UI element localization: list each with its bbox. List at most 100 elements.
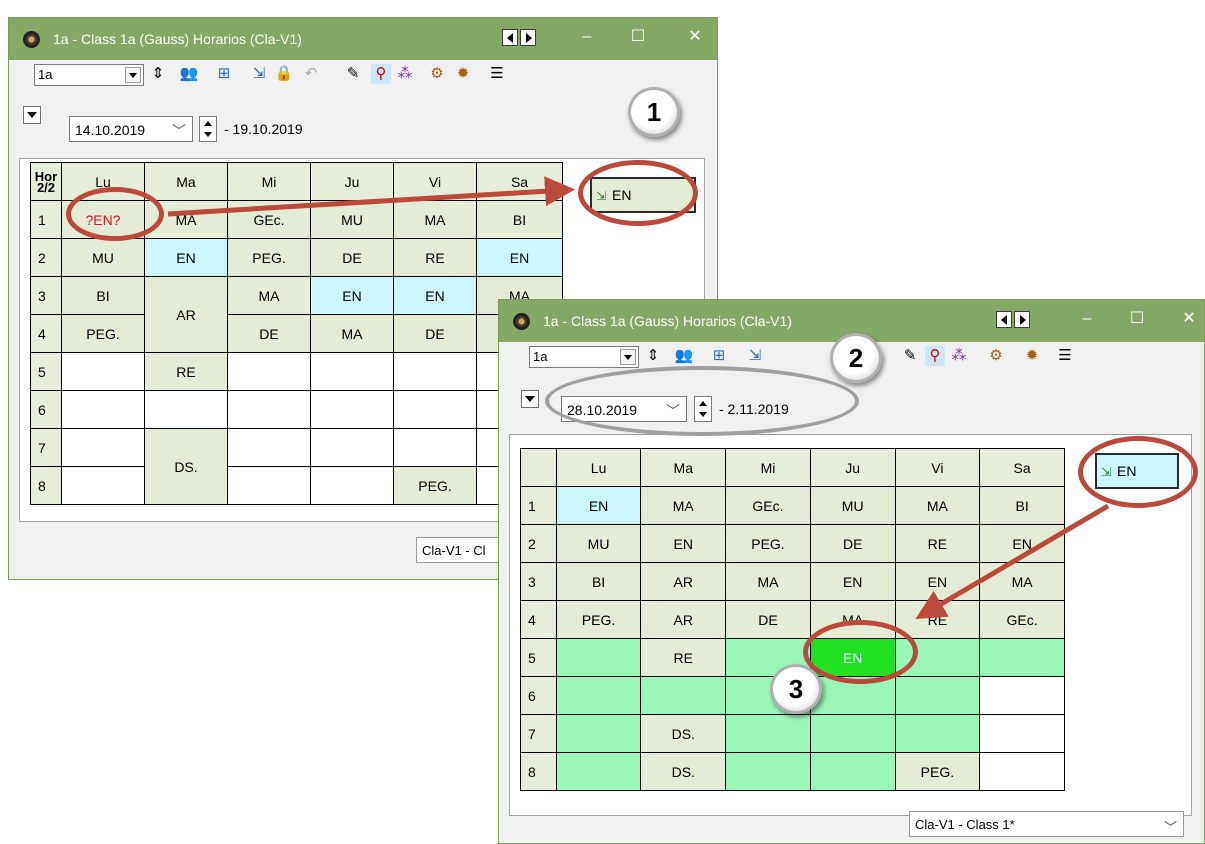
lesson-cell[interactable] — [227, 428, 311, 467]
palette-icon[interactable]: ✎ — [343, 64, 363, 84]
search-icon[interactable]: ⚲ — [925, 346, 945, 366]
lesson-cell[interactable]: DS. — [144, 428, 228, 505]
undo-icon[interactable]: ↶ — [301, 64, 321, 84]
close-icon[interactable]: ✕ — [685, 27, 705, 47]
lesson-cell[interactable]: GEc. — [725, 486, 811, 525]
lesson-cell[interactable]: EN — [979, 524, 1065, 563]
lesson-cell[interactable] — [894, 714, 981, 753]
list-icon[interactable]: ☰ — [1055, 346, 1075, 366]
lesson-cell[interactable] — [393, 390, 477, 429]
lesson-cell[interactable]: MU — [310, 200, 394, 239]
palette-icon[interactable]: ✎ — [900, 346, 920, 366]
lesson-cell[interactable] — [555, 752, 642, 791]
lesson-cell[interactable] — [979, 676, 1065, 715]
lesson-cell[interactable] — [979, 638, 1065, 677]
lesson-cell[interactable]: DS. — [640, 714, 727, 753]
lesson-cell[interactable] — [144, 390, 228, 429]
date-spinner[interactable] — [199, 116, 217, 142]
lesson-cell[interactable] — [640, 676, 727, 715]
lesson-cell[interactable]: MU — [61, 238, 145, 277]
lesson-cell[interactable]: DE — [725, 600, 811, 639]
chevron-down-icon[interactable]: ﹀ — [1164, 817, 1177, 836]
lesson-cell[interactable]: DE — [393, 314, 477, 353]
lesson-cell[interactable]: PEG. — [393, 466, 477, 505]
lesson-cell[interactable] — [809, 714, 896, 753]
prev-arrow-icon[interactable] — [502, 29, 518, 46]
lesson-cell[interactable]: EN — [393, 276, 477, 315]
lesson-cell[interactable]: GEc. — [227, 200, 311, 239]
view-select[interactable]: Cla-V1 - Class 1* ﹀ — [909, 811, 1184, 837]
lesson-cell[interactable]: PEG. — [61, 314, 145, 353]
lesson-cell[interactable]: MU — [809, 486, 896, 525]
lesson-cell[interactable] — [227, 466, 311, 505]
lesson-cell[interactable] — [61, 352, 145, 391]
class-select[interactable]: 1a — [34, 64, 144, 86]
lesson-cell[interactable]: EN — [640, 524, 727, 563]
lesson-cell[interactable] — [393, 428, 477, 467]
molecule-icon[interactable]: ⁂ — [395, 64, 415, 84]
lesson-cell[interactable] — [809, 752, 896, 791]
lesson-cell[interactable]: PEG. — [894, 752, 981, 791]
lesson-cell[interactable]: RE — [144, 352, 228, 391]
lesson-cell[interactable]: BI — [555, 562, 642, 601]
lesson-cell[interactable] — [555, 638, 642, 677]
lesson-cell[interactable]: PEG. — [227, 238, 311, 277]
chevron-down-icon[interactable] — [620, 349, 636, 365]
lesson-cell[interactable] — [310, 428, 394, 467]
settings-icon[interactable]: ⚙ — [986, 346, 1006, 366]
molecule-icon[interactable]: ⁂ — [949, 346, 969, 366]
gear-icon[interactable]: ✹ — [453, 64, 473, 84]
lock-icon[interactable]: 🔒 — [274, 64, 294, 84]
lesson-cell[interactable]: BI — [61, 276, 145, 315]
lesson-cell[interactable] — [979, 752, 1065, 791]
lesson-cell[interactable] — [894, 676, 981, 715]
lesson-cell[interactable]: EN — [555, 486, 642, 525]
lesson-cell[interactable]: MU — [555, 524, 642, 563]
lesson-cell[interactable] — [61, 466, 145, 505]
maximize-icon[interactable]: ☐ — [628, 27, 648, 47]
lesson-cell[interactable]: AR — [144, 276, 228, 353]
date-picker[interactable]: 14.10.2019 ﹀ — [69, 116, 193, 142]
lesson-cell[interactable]: EN — [310, 276, 394, 315]
lesson-cell[interactable]: BI — [979, 486, 1065, 525]
lesson-cell[interactable] — [393, 352, 477, 391]
lesson-cell[interactable] — [979, 714, 1065, 753]
lesson-cell[interactable]: AR — [640, 600, 727, 639]
lesson-cell[interactable]: EN — [476, 238, 563, 277]
lesson-cell[interactable] — [227, 352, 311, 391]
grid-icon[interactable]: ⊞ — [214, 64, 234, 84]
close-icon[interactable]: ✕ — [1179, 309, 1199, 329]
lesson-cell[interactable]: AR — [640, 562, 727, 601]
lesson-cell[interactable]: MA — [310, 314, 394, 353]
lesson-cell[interactable]: DE — [809, 524, 896, 563]
grid-icon[interactable]: ⊞ — [709, 346, 729, 366]
lesson-cell[interactable]: MA — [227, 276, 311, 315]
lesson-cell[interactable]: RE — [640, 638, 727, 677]
lesson-cell[interactable]: DS. — [640, 752, 727, 791]
minimize-icon[interactable]: ‒ — [1077, 309, 1097, 329]
chevron-down-icon[interactable]: ﹀ — [172, 121, 186, 141]
lesson-cell[interactable]: PEG. — [725, 524, 811, 563]
lesson-cell[interactable]: RE — [393, 238, 477, 277]
options-dropdown[interactable] — [521, 390, 539, 408]
people-icon[interactable]: 👥 — [179, 64, 199, 84]
lesson-cell[interactable]: MA — [894, 486, 981, 525]
lesson-cell[interactable]: RE — [894, 524, 981, 563]
lesson-cell[interactable]: MA — [725, 562, 811, 601]
options-dropdown[interactable] — [23, 106, 41, 124]
gear-icon[interactable]: ✹ — [1022, 346, 1042, 366]
list-icon[interactable]: ☰ — [487, 64, 507, 84]
lesson-cell[interactable]: MA — [640, 486, 727, 525]
lesson-cell[interactable]: EN — [144, 238, 228, 277]
settings-icon[interactable]: ⚙ — [427, 64, 447, 84]
lesson-cell[interactable] — [61, 428, 145, 467]
lesson-cell[interactable]: DE — [227, 314, 311, 353]
lesson-cell[interactable]: PEG. — [555, 600, 642, 639]
lesson-cell[interactable] — [61, 390, 145, 429]
spin-icon[interactable]: ⇕ — [148, 64, 168, 84]
next-arrow-icon[interactable] — [1014, 311, 1030, 328]
lesson-cell[interactable]: MA — [393, 200, 477, 239]
lesson-cell[interactable] — [725, 752, 811, 791]
lesson-cell[interactable]: GEc. — [979, 600, 1065, 639]
prev-arrow-icon[interactable] — [996, 311, 1012, 328]
